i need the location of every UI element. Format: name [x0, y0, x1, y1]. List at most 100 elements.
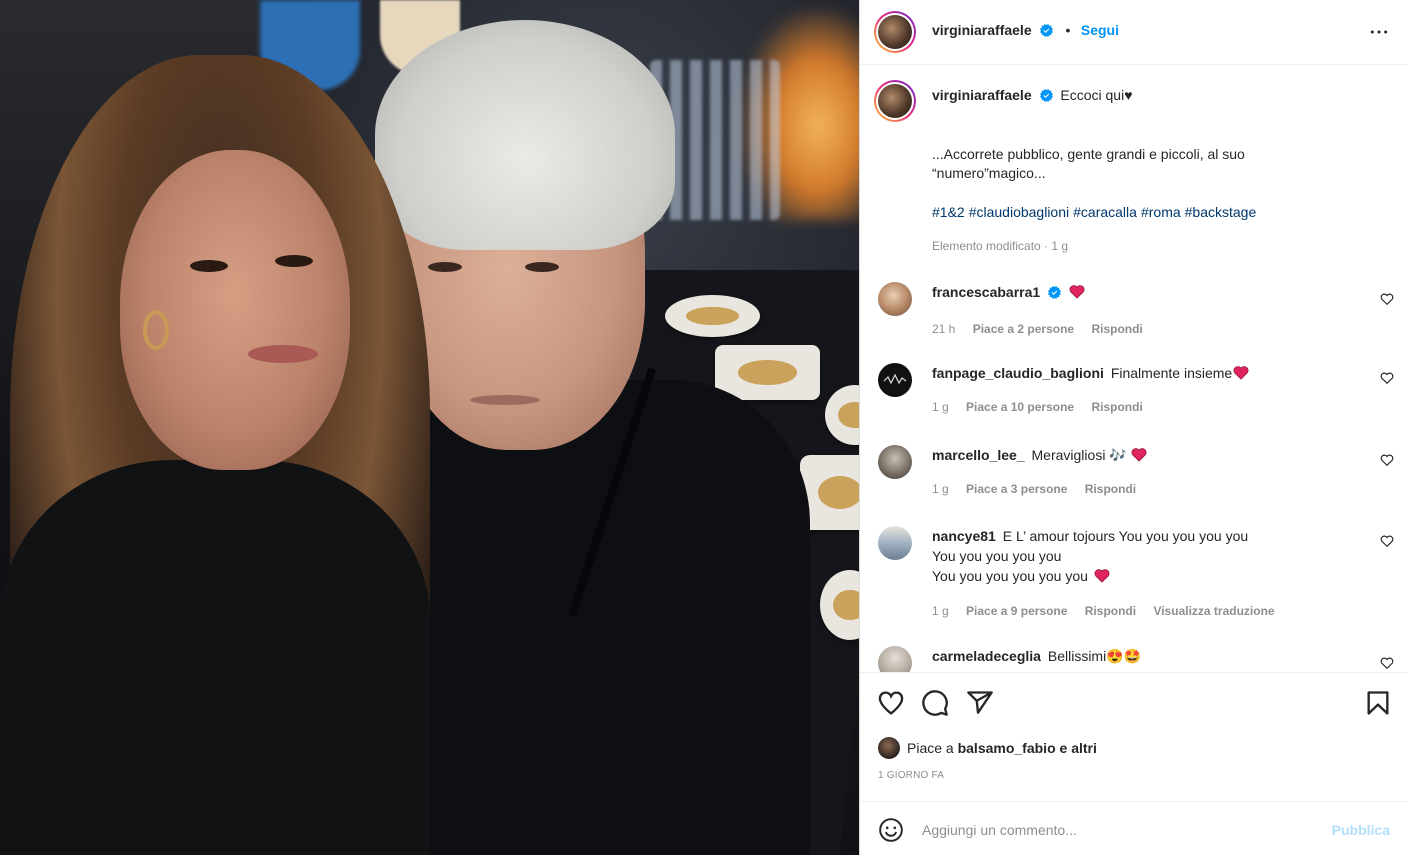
comment-text-row: carmeladeceglia Bellissimi😍🤩 — [932, 646, 1352, 666]
likes-summary[interactable]: Piace a balsamo_fabio e altri — [878, 737, 1097, 759]
comment-composer: Pubblica — [860, 801, 1408, 855]
commenter-username[interactable]: carmeladeceglia — [932, 648, 1041, 664]
comment-text: Finalmente insieme — [1110, 365, 1233, 381]
edited-label: Elemento modificato · 1 g — [932, 239, 1069, 253]
hashtag-link[interactable]: #claudiobaglioni — [969, 204, 1069, 220]
red-heart-emoji — [1131, 448, 1147, 462]
comment-input[interactable] — [920, 814, 1314, 846]
share-icon[interactable] — [966, 689, 994, 717]
comment-time: 1 g — [932, 482, 949, 496]
reply-button[interactable]: Rispondi — [1085, 482, 1136, 496]
translate-button[interactable]: Visualizza traduzione — [1153, 604, 1274, 618]
author-avatar[interactable] — [874, 11, 916, 53]
man-mouth — [470, 395, 540, 405]
red-heart-emoji — [1069, 285, 1085, 299]
commenter-username[interactable]: marcello_lee_ — [932, 447, 1025, 463]
comment-likes[interactable]: Piace a 10 persone — [966, 400, 1074, 414]
caption-body: ...Accorrete pubblico, gente grandi e pi… — [932, 145, 1362, 183]
man-eye — [525, 262, 559, 272]
woman-eye — [190, 260, 228, 272]
emoji-icon[interactable] — [878, 817, 904, 843]
post-panel: virginiaraffaele • Segui virginiaraffael… — [859, 0, 1408, 855]
reply-button[interactable]: Rispondi — [1091, 400, 1142, 414]
comment-text: Bellissimi😍🤩 — [1047, 648, 1142, 664]
comment-text-row: francescabarra1 — [932, 282, 1352, 302]
heart-outline-icon[interactable] — [877, 689, 905, 717]
comment-text-row: fanpage_claudio_baglioni Finalmente insi… — [932, 363, 1352, 383]
comment-icon[interactable] — [921, 689, 949, 717]
comment-text: E L’ amour tojours You you you you you — [1002, 528, 1249, 544]
caption-first-line: virginiaraffaele Eccoci qui♥ — [932, 86, 1372, 105]
comment-likes[interactable]: Piace a 2 persone — [973, 322, 1074, 336]
comment-text-row: nancye81 E L’ amour tojours You you you … — [932, 526, 1352, 586]
commenter-avatar[interactable] — [878, 445, 912, 479]
likes-prefix: Piace a — [907, 740, 954, 756]
comment-text: Meravigliosi 🎶 — [1031, 447, 1127, 463]
follow-button[interactable]: Segui — [1081, 22, 1119, 38]
bookmark-icon[interactable] — [1364, 689, 1392, 717]
woman-lips — [248, 345, 318, 363]
action-bar: Piace a balsamo_fabio e altri 1 GIORNO F… — [860, 672, 1408, 802]
man-eye — [428, 262, 462, 272]
comment-like-icon[interactable] — [1380, 453, 1394, 467]
commenter-username[interactable]: fanpage_claudio_baglioni — [932, 365, 1104, 381]
comments-list[interactable]: virginiaraffaele Eccoci qui♥ ...Accorret… — [860, 66, 1408, 672]
more-options-icon[interactable] — [1368, 22, 1390, 42]
caption-line: ...Accorrete pubblico, gente grandi e pi… — [932, 146, 1245, 162]
author-username[interactable]: virginiaraffaele — [932, 22, 1032, 38]
commenter-username[interactable]: nancye81 — [932, 528, 996, 544]
liker-avatar — [878, 737, 900, 759]
comment-time: 1 g — [932, 604, 949, 618]
reply-button[interactable]: Rispondi — [1085, 604, 1136, 618]
hashtags: #1&2 #claudiobaglioni #caracalla #roma #back… — [932, 204, 1260, 220]
comment-like-icon[interactable] — [1380, 371, 1394, 385]
comment-meta: 1 g Piace a 10 persone Rispondi — [932, 400, 1157, 414]
commenter-avatar[interactable] — [878, 646, 912, 672]
comment-time: 1 g — [932, 400, 949, 414]
commenter-username[interactable]: francescabarra1 — [932, 284, 1040, 300]
commenter-avatar[interactable] — [878, 526, 912, 560]
likes-suffix[interactable]: e altri — [1060, 740, 1097, 756]
caption-line: “numero”magico... — [932, 165, 1046, 181]
comment-likes[interactable]: Piace a 9 persone — [966, 604, 1067, 618]
verified-badge-icon — [1039, 89, 1053, 102]
post-date: 1 GIORNO FA — [878, 770, 945, 781]
man-hair — [375, 20, 675, 250]
comment-text: You you you you you — [932, 548, 1062, 564]
publish-button[interactable]: Pubblica — [1332, 822, 1390, 838]
comment-time: 21 h — [932, 322, 956, 336]
verified-badge-icon — [1048, 286, 1062, 299]
hashtag-link[interactable]: #caracalla — [1073, 204, 1137, 220]
comment-meta: 1 g Piace a 9 persone Rispondi Visualizz… — [932, 604, 1289, 618]
reply-button[interactable]: Rispondi — [1091, 322, 1142, 336]
comment-like-icon[interactable] — [1380, 534, 1394, 548]
hashtag-link[interactable]: #roma — [1141, 204, 1181, 220]
hoop-earring — [143, 310, 169, 350]
red-heart-emoji — [1094, 569, 1110, 583]
caption-author-avatar[interactable] — [874, 80, 916, 122]
caption-author[interactable]: virginiaraffaele — [932, 87, 1032, 103]
commenter-avatar[interactable] — [878, 363, 912, 397]
liker-username[interactable]: balsamo_fabio — [958, 740, 1056, 756]
comment-text-row: marcello_lee_ Meravigliosi 🎶 — [932, 445, 1352, 465]
hashtag-link[interactable]: #backstage — [1185, 204, 1257, 220]
hashtag-link[interactable]: #1&2 — [932, 204, 965, 220]
comment-text: You you you you you you — [932, 568, 1088, 584]
woman-top — [0, 460, 430, 855]
snack-plate — [715, 345, 820, 400]
post-photo[interactable] — [0, 0, 859, 855]
commenter-avatar[interactable] — [878, 282, 912, 316]
snack-plate — [665, 295, 760, 337]
header-author-row: virginiaraffaele • Segui — [932, 22, 1119, 40]
comment-meta: 21 h Piace a 2 persone Rispondi — [932, 322, 1157, 336]
comment-like-icon[interactable] — [1380, 292, 1394, 306]
post-header: virginiaraffaele • Segui — [860, 0, 1408, 65]
comment-like-icon[interactable] — [1380, 656, 1394, 670]
red-heart-emoji — [1233, 366, 1249, 380]
verified-badge-icon — [1040, 24, 1054, 37]
comment-likes[interactable]: Piace a 3 persone — [966, 482, 1067, 496]
caption-text: Eccoci qui♥ — [1060, 87, 1133, 103]
comment-meta: 1 g Piace a 3 persone Rispondi — [932, 482, 1150, 496]
woman-eye — [275, 255, 313, 267]
separator-dot: • — [1065, 22, 1071, 38]
